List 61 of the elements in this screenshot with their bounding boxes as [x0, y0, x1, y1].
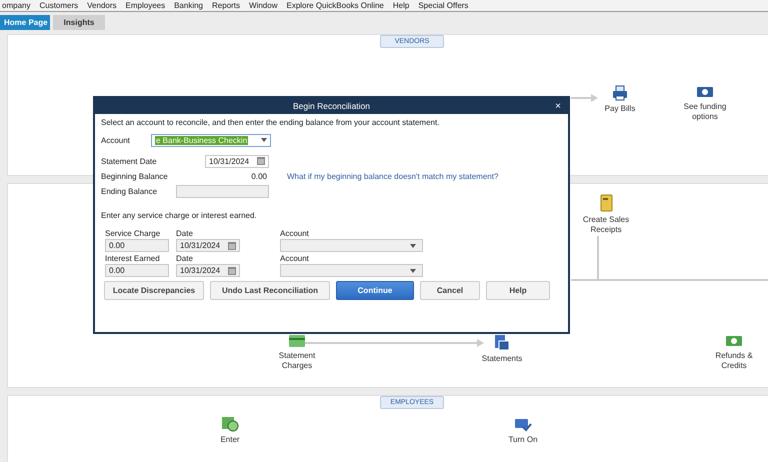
dialog-button[interactable]: Locate Discrepancies	[104, 281, 204, 300]
shortcut-label[interactable]: See funding options	[676, 102, 734, 122]
help-link[interactable]: What if my beginning balance doesn't match my statement?	[287, 172, 498, 180]
field-label: Statement Date	[101, 156, 158, 166]
field-label: Account	[280, 229, 310, 238]
dialog-button[interactable]: Undo Last Reconciliation	[210, 281, 330, 300]
dialog-button[interactable]: Cancel	[420, 281, 480, 300]
date-field[interactable]: 10/31/2024	[176, 264, 240, 277]
instruction-text: Select an account to reconcile, and then enter the ending balance from your account statement.	[101, 118, 440, 127]
shortcut-label[interactable]: Create Sales Receipts	[577, 215, 635, 235]
menu-item[interactable]: Explore QuickBooks Online	[286, 1, 384, 10]
calendar-icon[interactable]	[228, 266, 236, 274]
field-label: Date	[176, 229, 194, 238]
menu-item[interactable]: Customers	[39, 1, 78, 10]
menu-item[interactable]: Employees	[126, 1, 166, 10]
clock-icon[interactable]	[221, 416, 239, 432]
shortcut-label[interactable]: Pay Bills	[604, 104, 636, 114]
printer-icon[interactable]	[612, 85, 628, 101]
shortcut-label[interactable]: Statements	[482, 354, 522, 364]
field-label: Service Charge	[105, 229, 162, 238]
dialog-button[interactable]: Help	[486, 281, 550, 300]
caret-icon[interactable]	[410, 244, 416, 248]
money-icon[interactable]	[725, 334, 743, 348]
primary-button[interactable]: Continue	[336, 281, 414, 300]
card-check-icon[interactable]	[514, 416, 532, 432]
receipt-icon[interactable]	[600, 194, 612, 212]
menu-item[interactable]: Help	[392, 1, 410, 10]
close-button[interactable]: ×	[552, 100, 564, 112]
field-label: Beginning Balance	[101, 172, 169, 180]
tab[interactable]: Home Page	[0, 15, 50, 30]
dialog-title: Begin Reconciliation	[292, 101, 370, 111]
menu-item[interactable]: Banking	[174, 1, 204, 10]
amount-field[interactable]: 0.00	[105, 264, 169, 277]
date-field[interactable]: 10/31/2024	[205, 154, 269, 168]
shortcut-label[interactable]: Statement Charges	[268, 351, 326, 371]
calendar-icon[interactable]	[228, 242, 236, 250]
field-label: Ending Balance	[101, 186, 158, 196]
balance-value: 0.00	[250, 172, 267, 180]
input-field[interactable]	[176, 184, 269, 198]
shortcut-label[interactable]: Refunds & Credits	[705, 351, 763, 371]
date-field[interactable]: 10/31/2024	[176, 239, 240, 252]
field-label: Account	[280, 254, 310, 263]
instruction-text: Enter any service charge or interest earned.	[101, 210, 257, 220]
document-icon[interactable]	[494, 334, 510, 351]
shortcut-label[interactable]: Enter	[220, 435, 240, 445]
menu-item[interactable]: Reports	[212, 1, 240, 10]
menu-item[interactable]: Window	[249, 1, 278, 10]
menu-item[interactable]: Special Offers	[418, 1, 468, 10]
menu-item[interactable]: ompany	[2, 1, 30, 10]
field-label: Interest Earned	[105, 254, 161, 263]
menu-item[interactable]: Vendors	[87, 1, 117, 10]
tab[interactable]: Insights	[53, 15, 105, 30]
money-icon[interactable]	[696, 85, 714, 99]
credit-card-icon[interactable]	[288, 334, 306, 348]
shortcut-label[interactable]: Turn On	[508, 435, 538, 445]
field-label: Date	[176, 254, 194, 263]
amount-field[interactable]: 0.00	[105, 239, 169, 252]
connector-arrow	[571, 94, 598, 102]
caret-icon[interactable]	[410, 268, 416, 272]
caret-icon[interactable]	[261, 138, 267, 142]
field-label: Account	[101, 136, 131, 144]
